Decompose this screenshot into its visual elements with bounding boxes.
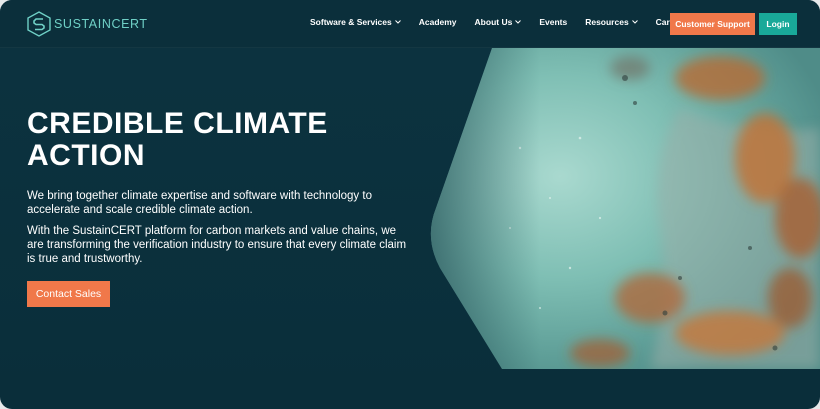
main-nav: Software & Services Academy About Us Eve… <box>310 17 705 27</box>
nav-item-label: Resources <box>585 17 629 27</box>
page-frame: SUSTAINCERT Software & Services Academy … <box>0 0 820 409</box>
chevron-down-icon <box>515 20 522 24</box>
customer-support-button[interactable]: Customer Support <box>670 13 755 35</box>
nav-item-resources[interactable]: Resources <box>585 17 638 27</box>
nav-item-about-us[interactable]: About Us <box>475 17 522 27</box>
nav-item-label: About Us <box>474 17 513 27</box>
logo-text: SUSTAINCERT <box>54 17 148 31</box>
sustaincert-logo-icon <box>27 11 51 37</box>
chevron-down-icon <box>394 20 401 24</box>
contact-sales-button[interactable]: Contact Sales <box>27 281 110 307</box>
login-button[interactable]: Login <box>759 13 797 35</box>
site-header: SUSTAINCERT Software & Services Academy … <box>0 0 820 48</box>
logo[interactable]: SUSTAINCERT <box>27 11 148 37</box>
nav-item-academy[interactable]: Academy <box>419 17 457 27</box>
nav-item-software-services[interactable]: Software & Services <box>310 17 401 27</box>
nav-item-events[interactable]: Events <box>539 17 567 27</box>
nav-item-label: Software & Services <box>310 17 392 27</box>
hero-title: CREDIBLE CLIMATE ACTION <box>27 107 328 172</box>
chevron-down-icon <box>631 20 638 24</box>
hero-image <box>430 48 820 369</box>
nav-item-label: Academy <box>418 17 457 27</box>
hero-paragraph-intro: We bring together climate expertise and … <box>27 190 372 216</box>
nav-item-label: Events <box>539 17 568 27</box>
hero-paragraph-platform: With the SustainCERT platform for carbon… <box>27 225 407 265</box>
